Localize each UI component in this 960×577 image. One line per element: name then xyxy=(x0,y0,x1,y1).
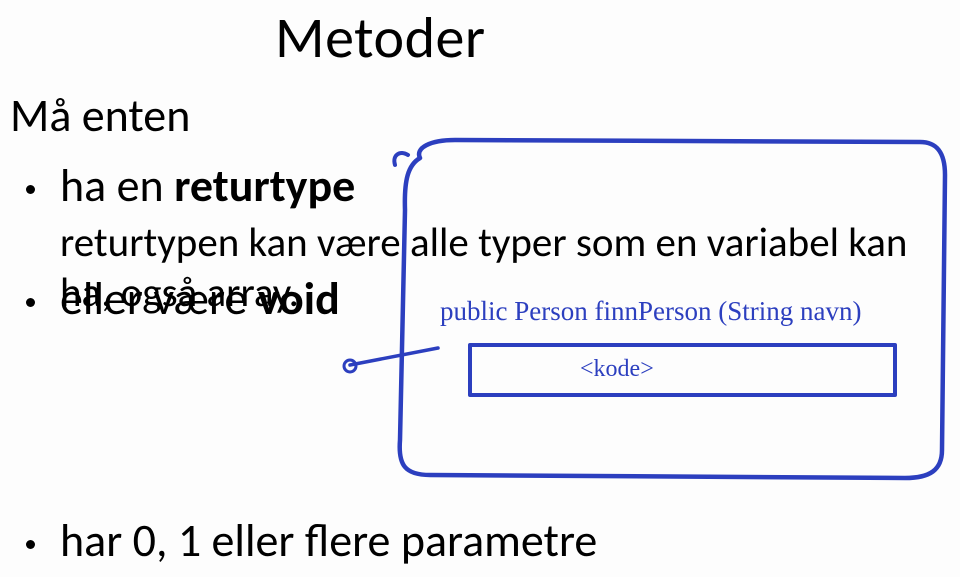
bullet-2-text: eller være void xyxy=(60,271,340,327)
bullet-2-bold: void xyxy=(258,271,340,327)
handwritten-body-placeholder: <kode> xyxy=(580,356,654,383)
bullet-1-text: ha en returtype xyxy=(60,158,355,214)
bullet-icon xyxy=(26,185,35,194)
handwritten-method-signature: public Person finnPerson (String navn) xyxy=(440,296,861,327)
bullet-1-bold: returtype xyxy=(174,158,355,214)
subtitle: Må enten xyxy=(10,88,190,144)
bullet-icon xyxy=(26,298,35,307)
bullet-1-prefix: ha en xyxy=(60,158,174,214)
bullet-3-text: har 0, 1 eller flere parametre xyxy=(60,513,597,569)
slide-title: Metoder xyxy=(275,2,486,73)
bullet-icon xyxy=(26,540,35,549)
bullet-2-prefix: eller være xyxy=(60,271,258,327)
